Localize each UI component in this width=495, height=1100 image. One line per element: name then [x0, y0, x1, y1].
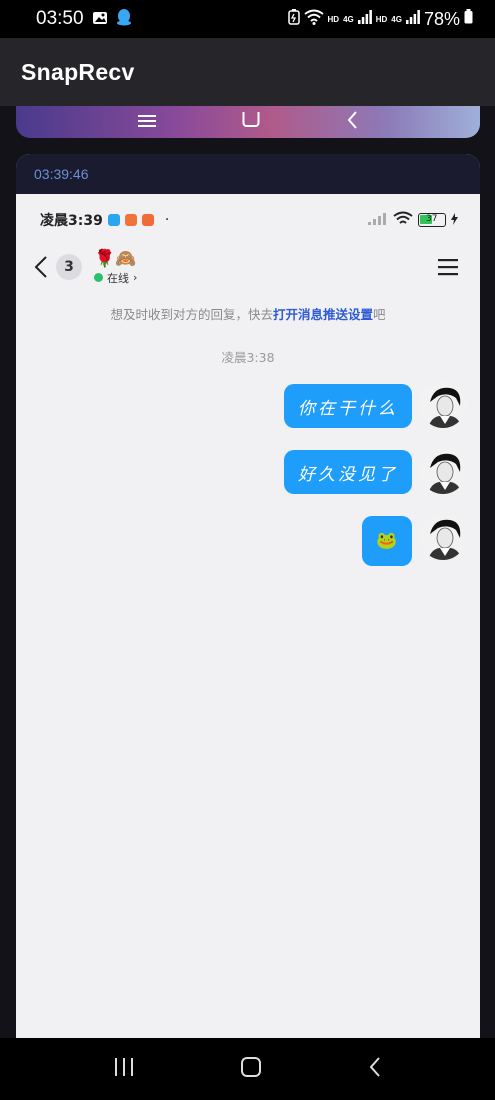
avatar[interactable] [420, 448, 466, 494]
home-nav-icon [242, 107, 260, 132]
battery-percent: 78% [423, 8, 460, 29]
charging-icon [451, 212, 458, 228]
avatar[interactable] [420, 382, 466, 428]
hamburger-menu-icon[interactable] [436, 255, 460, 279]
signal-icon [357, 9, 372, 29]
menu-nav-icon [138, 113, 156, 132]
message-row: 好久没见了 [16, 448, 466, 494]
home-icon[interactable] [240, 1056, 262, 1082]
contact-name: 🌹🙈 [94, 248, 137, 269]
message-list: 你在干什么 好久没见了 🐸 [16, 382, 480, 566]
push-settings-link[interactable]: 打开消息推送设置 [273, 307, 373, 322]
message-bubble[interactable]: 你在干什么 [284, 384, 412, 428]
push-notice-suffix: 吧 [373, 307, 386, 322]
recent-apps-icon[interactable] [113, 1057, 135, 1081]
signal-icon [405, 9, 420, 29]
captured-battery-level: 37 [426, 214, 438, 224]
screenshot-card[interactable]: 03:39:46 凌晨3:39 · 37 3 🌹🙈 在线 › 想及时收到对方的回… [16, 154, 480, 1054]
captured-wifi-icon [393, 211, 413, 229]
sticker-bubble[interactable]: 🐸 [362, 516, 412, 566]
app-title: SnapRecv [21, 58, 135, 85]
online-dot-icon [94, 273, 103, 282]
push-notice-prefix: 想及时收到对方的回复，快去 [110, 307, 273, 322]
network-label: HD [327, 14, 340, 24]
captured-time: 凌晨3:39 [40, 213, 103, 229]
battery-saver-icon [287, 8, 300, 30]
status-time: 03:50 [36, 8, 84, 29]
more-notifications-dot: · [164, 212, 170, 228]
captured-battery-icon: 37 [418, 213, 446, 227]
captured-signal-icon [368, 212, 388, 228]
network-type-label: 4G [391, 14, 402, 24]
previous-screenshot-card[interactable] [16, 106, 480, 138]
screenshot-card-header: 03:39:46 [16, 154, 480, 194]
network-type-label: 4G [343, 14, 354, 24]
avatar[interactable] [420, 514, 466, 560]
screenshot-timestamp: 03:39:46 [34, 166, 89, 182]
qq-notification-icon [116, 8, 132, 30]
captured-status-bar: 凌晨3:39 · 37 [16, 194, 480, 246]
chat-timestamp: 凌晨3:38 [221, 350, 275, 365]
back-nav-icon [346, 111, 358, 133]
chat-header: 3 🌹🙈 在线 › [16, 246, 480, 288]
navigation-bar [0, 1038, 495, 1100]
back-icon[interactable] [368, 1056, 382, 1082]
app-bar: SnapRecv [0, 38, 495, 106]
battery-icon [464, 9, 473, 29]
gallery-notification-icon [92, 10, 108, 29]
network-label: HD [375, 14, 388, 24]
message-row: 你在干什么 [16, 382, 466, 428]
contact-info[interactable]: 🌹🙈 在线 › [94, 249, 137, 286]
app-notification-icon [107, 214, 120, 226]
message-bubble[interactable]: 好久没见了 [284, 450, 412, 494]
app-notification-icon [124, 214, 137, 226]
back-chevron-icon[interactable] [30, 252, 52, 282]
wifi-icon [303, 9, 324, 30]
chevron-right-icon: › [133, 271, 138, 284]
app-notification-icon [141, 214, 154, 226]
online-status-label: 在线 [107, 271, 129, 285]
online-status: 在线 › [94, 270, 137, 286]
system-status-bar: 03:50 HD 4G HD 4G 78% [0, 0, 495, 38]
message-row: 🐸 [16, 514, 466, 566]
unread-count-badge[interactable]: 3 [56, 254, 82, 280]
push-notice: 想及时收到对方的回复，快去打开消息推送设置吧 [16, 304, 480, 323]
